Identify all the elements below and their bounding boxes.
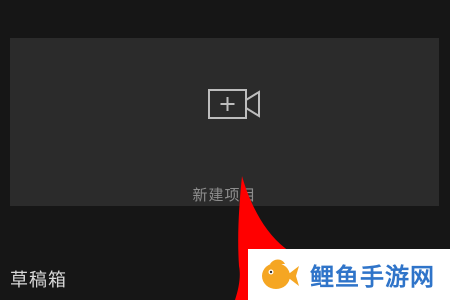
app-screen: 新建项目 草稿箱 鲤鱼手游网 <box>0 0 450 300</box>
watermark-text: 鲤鱼手游网 <box>310 263 435 291</box>
video-camera-plus-icon <box>208 89 260 119</box>
drafts-heading: 草稿箱 <box>10 270 67 291</box>
fish-logo-icon <box>262 259 299 289</box>
watermark-banner: 鲤鱼手游网 <box>248 249 450 300</box>
